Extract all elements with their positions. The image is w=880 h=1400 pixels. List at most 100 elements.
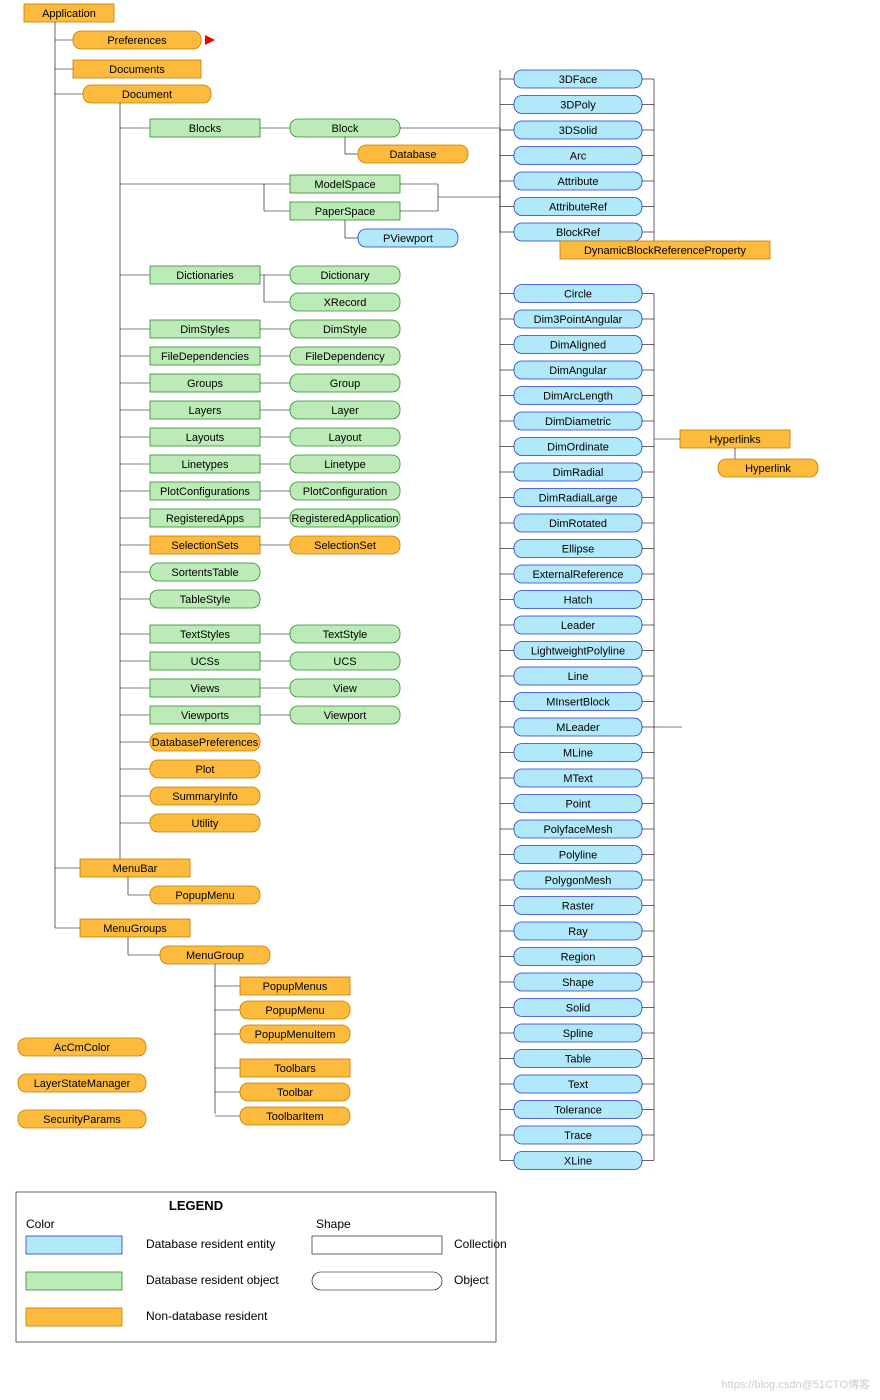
mline-label: MLine [563, 747, 593, 759]
externalreference-label: ExternalReference [532, 569, 623, 581]
solid-label: Solid [566, 1002, 590, 1014]
trace-label: Trace [564, 1130, 592, 1142]
region-label: Region [561, 951, 596, 963]
filedependency-label: FileDependency [305, 351, 385, 363]
tablestyle-label: TableStyle [180, 594, 231, 606]
legend-entity-text: Database resident entity [146, 1237, 275, 1251]
filedependencies-label: FileDependencies [161, 351, 250, 363]
registeredapps-label: RegisteredApps [166, 513, 245, 525]
dimradiallarge-label: DimRadialLarge [539, 492, 618, 504]
raster-label: Raster [562, 900, 595, 912]
legend-shape-label: Shape [316, 1217, 351, 1231]
block-label: Block [332, 123, 359, 135]
dimangular-label: DimAngular [549, 365, 607, 377]
application-label: Application [42, 8, 96, 20]
viewport-label: Viewport [324, 710, 367, 722]
minsertblock-label: MInsertBlock [546, 696, 610, 708]
legend-object-text: Database resident object [146, 1273, 279, 1287]
legend-nondb-swatch [26, 1308, 122, 1326]
dictionaries-label: Dictionaries [176, 270, 234, 282]
circle-label: Circle [564, 288, 592, 300]
toolbaritem-label: ToolbarItem [266, 1111, 323, 1123]
mtext-label: MText [563, 773, 592, 785]
object-model-diagram: Application Preferences Documents Document B… [0, 0, 880, 1400]
popupmenu-label: PopupMenu [265, 1005, 324, 1017]
dimarclength-label: DimArcLength [543, 390, 613, 402]
toolbar-label: Toolbar [277, 1087, 313, 1099]
blocks-label: Blocks [189, 123, 222, 135]
layerstatemanager-label: LayerStateManager [34, 1078, 131, 1090]
ucs-label: UCS [333, 656, 356, 668]
line-label: Line [568, 671, 589, 683]
dimrotated-label: DimRotated [549, 518, 607, 530]
attributeref-label: AttributeRef [549, 201, 608, 213]
hatch-label: Hatch [564, 594, 593, 606]
arc-label: Arc [570, 150, 587, 162]
document-label: Document [122, 89, 172, 101]
hyperlink-label: Hyperlink [745, 463, 791, 475]
layer-label: Layer [331, 405, 359, 417]
menugroups-label: MenuGroups [103, 923, 167, 935]
ray-label: Ray [568, 926, 588, 938]
attribute-label: Attribute [558, 176, 599, 188]
legend-nondb-text: Non-database resident [146, 1309, 268, 1323]
textstyle-label: TextStyle [323, 629, 368, 641]
tolerance-label: Tolerance [554, 1104, 602, 1116]
ellipse-label: Ellipse [562, 543, 594, 555]
group-label: Group [330, 378, 361, 390]
sortentstable-label: SortentsTable [171, 567, 238, 579]
spline-label: Spline [563, 1028, 594, 1040]
selectionset-label: SelectionSet [314, 540, 376, 552]
legend-object-shape [312, 1272, 442, 1290]
dynamicblockreferenceproperty-label: DynamicBlockReferenceProperty [584, 245, 747, 257]
securityparams-label: SecurityParams [43, 1114, 121, 1126]
documents-label: Documents [109, 64, 165, 76]
legend-title: LEGEND [169, 1198, 223, 1213]
pviewport-label: PViewport [383, 233, 433, 245]
accmcolor-label: AcCmColor [54, 1042, 111, 1054]
3dsolid-label: 3DSolid [559, 125, 598, 137]
legend-color-label: Color [26, 1217, 55, 1231]
watermark: https://blog.csdn@51CTO博客 [721, 1377, 870, 1391]
text-label: Text [568, 1079, 588, 1091]
layouts-label: Layouts [186, 432, 225, 444]
registeredapplication-label: RegisteredApplication [291, 513, 398, 525]
dimaligned-label: DimAligned [550, 339, 606, 351]
dimstyle-label: DimStyle [323, 324, 367, 336]
red-arrow-icon [205, 35, 215, 45]
popupmenu-label: PopupMenu [175, 890, 234, 902]
shape-label: Shape [562, 977, 594, 989]
textstyles-label: TextStyles [180, 629, 231, 641]
point-label: Point [565, 798, 590, 810]
legend-object-swatch [26, 1272, 122, 1290]
toolbars-label: Toolbars [274, 1063, 316, 1075]
view-label: View [333, 683, 357, 695]
database-label: Database [389, 149, 436, 161]
plot-label: Plot [196, 764, 215, 776]
3dface-label: 3DFace [559, 74, 598, 86]
lightweightpolyline-label: LightweightPolyline [531, 645, 625, 657]
dimstyles-label: DimStyles [180, 324, 230, 336]
groups-label: Groups [187, 378, 224, 390]
xrecord-label: XRecord [324, 297, 367, 309]
popupmenuitem-label: PopupMenuItem [255, 1029, 336, 1041]
dimdiametric-label: DimDiametric [545, 416, 612, 428]
layout-label: Layout [328, 432, 361, 444]
selectionsets-label: SelectionSets [171, 540, 239, 552]
table-label: Table [565, 1053, 591, 1065]
polyfacemesh-label: PolyfaceMesh [543, 824, 612, 836]
hyperlinks-label: Hyperlinks [709, 434, 761, 446]
3dpoly-label: 3DPoly [560, 99, 596, 111]
xline-label: XLine [564, 1155, 592, 1167]
menugroup-label: MenuGroup [186, 950, 244, 962]
utility-label: Utility [192, 818, 219, 830]
summaryinfo-label: SummaryInfo [172, 791, 237, 803]
leader-label: Leader [561, 620, 596, 632]
polyline-label: Polyline [559, 849, 598, 861]
viewports-label: Viewports [181, 710, 230, 722]
mleader-label: MLeader [556, 722, 600, 734]
legend-entity-swatch [26, 1236, 122, 1254]
ucss-label: UCSs [191, 656, 220, 668]
preferences-label: Preferences [107, 35, 167, 47]
plotconfiguration-label: PlotConfiguration [303, 486, 387, 498]
